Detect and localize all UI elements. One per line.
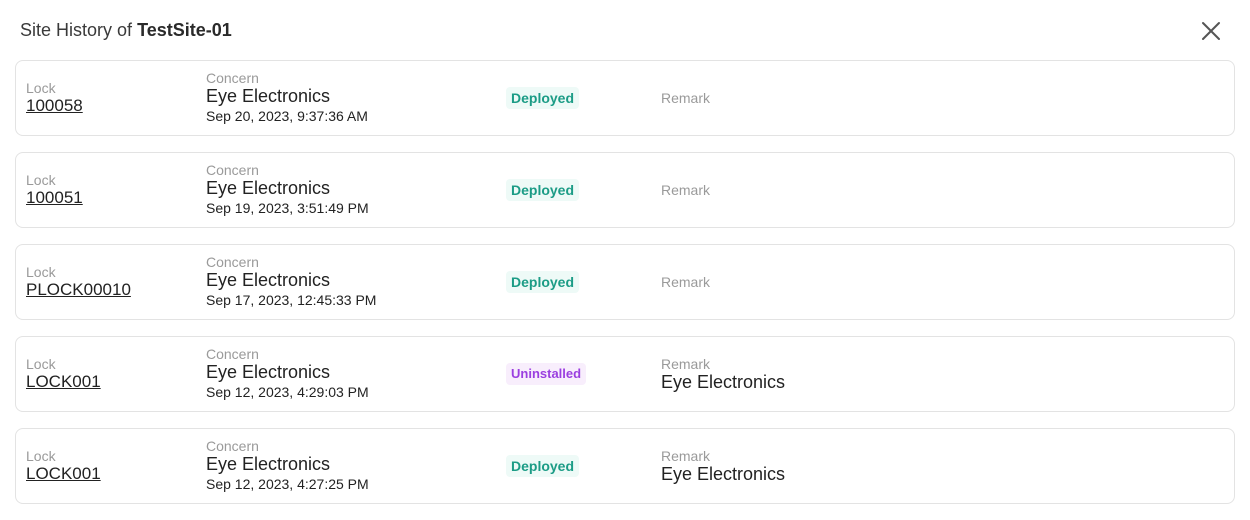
- lock-label: Lock: [26, 356, 56, 372]
- remark-text: Eye Electronics: [661, 372, 786, 392]
- concern-date: Sep 12, 2023, 4:29:03 PM: [206, 384, 369, 400]
- status-badge: Deployed: [506, 271, 580, 293]
- history-card: Lock LOCK001 Concern Eye Electronics Sep…: [15, 428, 1235, 504]
- history-card: Lock 100051 Concern Eye Electronics Sep …: [15, 152, 1235, 228]
- remark-label: Remark: [661, 448, 711, 464]
- remark-text: Eye Electronics: [661, 464, 786, 484]
- concern-label: Concern: [206, 254, 259, 270]
- concern-label: Concern: [206, 438, 259, 454]
- lock-label: Lock: [26, 264, 56, 280]
- remark-label: Remark: [661, 274, 711, 290]
- history-list: Lock 100058 Concern Eye Electronics Sep …: [15, 60, 1235, 520]
- remark-label: Remark: [661, 182, 711, 198]
- status-badge: Deployed: [506, 87, 580, 109]
- remark-label: Remark: [661, 356, 711, 372]
- lock-label: Lock: [26, 80, 56, 96]
- lock-label: Lock: [26, 172, 56, 188]
- status-badge: Deployed: [506, 179, 580, 201]
- lock-id-link[interactable]: PLOCK00010: [26, 280, 131, 300]
- concern-date: Sep 17, 2023, 12:45:33 PM: [206, 292, 377, 308]
- lock-id-link[interactable]: 100058: [26, 96, 83, 116]
- concern-name: Eye Electronics: [206, 454, 331, 474]
- concern-name: Eye Electronics: [206, 86, 331, 106]
- lock-id-link[interactable]: LOCK001: [26, 372, 101, 392]
- history-card: Lock LOCK001 Concern Eye Electronics Sep…: [15, 336, 1235, 412]
- concern-label: Concern: [206, 70, 259, 86]
- dialog-title-site-name: TestSite-01: [137, 20, 232, 40]
- lock-id-link[interactable]: 100051: [26, 188, 83, 208]
- status-badge: Deployed: [506, 455, 580, 477]
- concern-date: Sep 20, 2023, 9:37:36 AM: [206, 108, 368, 124]
- history-card: Lock 100058 Concern Eye Electronics Sep …: [15, 60, 1235, 136]
- concern-date: Sep 19, 2023, 3:51:49 PM: [206, 200, 369, 216]
- close-button[interactable]: [1200, 20, 1222, 42]
- concern-name: Eye Electronics: [206, 270, 331, 290]
- site-history-dialog: Site History of TestSite-01 Lock 100058 …: [0, 0, 1250, 520]
- concern-name: Eye Electronics: [206, 178, 331, 198]
- history-card: Lock PLOCK00010 Concern Eye Electronics …: [15, 244, 1235, 320]
- concern-label: Concern: [206, 346, 259, 362]
- status-badge: Uninstalled: [506, 363, 587, 385]
- dialog-title: Site History of TestSite-01: [20, 18, 232, 42]
- concern-date: Sep 12, 2023, 4:27:25 PM: [206, 476, 369, 492]
- dialog-title-prefix: Site History of: [20, 20, 133, 40]
- concern-label: Concern: [206, 162, 259, 178]
- remark-label: Remark: [661, 90, 711, 106]
- close-icon: [1202, 22, 1220, 40]
- concern-name: Eye Electronics: [206, 362, 331, 382]
- lock-id-link[interactable]: LOCK001: [26, 464, 101, 484]
- lock-label: Lock: [26, 448, 56, 464]
